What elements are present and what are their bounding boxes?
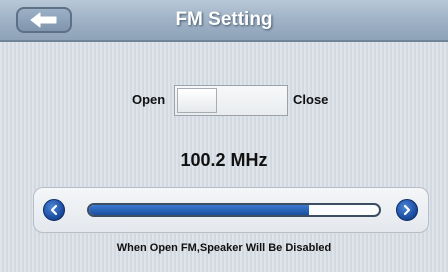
fm-open-close-toggle[interactable] [174,85,288,116]
chevron-right-icon [403,204,411,216]
fm-toggle-row: Open Close [0,85,448,117]
open-label: Open [132,92,166,107]
close-label: Close [293,92,329,107]
frequency-slider-track[interactable] [87,203,381,217]
frequency-slider-panel [33,187,429,233]
toggle-knob[interactable] [177,88,217,113]
frequency-display: 100.2 MHz [180,150,268,170]
frequency-up-button[interactable] [396,199,418,221]
frequency-slider-fill [89,205,310,215]
page-title: FM Setting [175,9,273,30]
header-bar: FM Setting [0,0,448,42]
frequency-down-button[interactable] [43,199,65,221]
chevron-left-icon [50,204,58,216]
speaker-notice: When Open FM,Speaker Will Be Disabled [116,242,332,254]
